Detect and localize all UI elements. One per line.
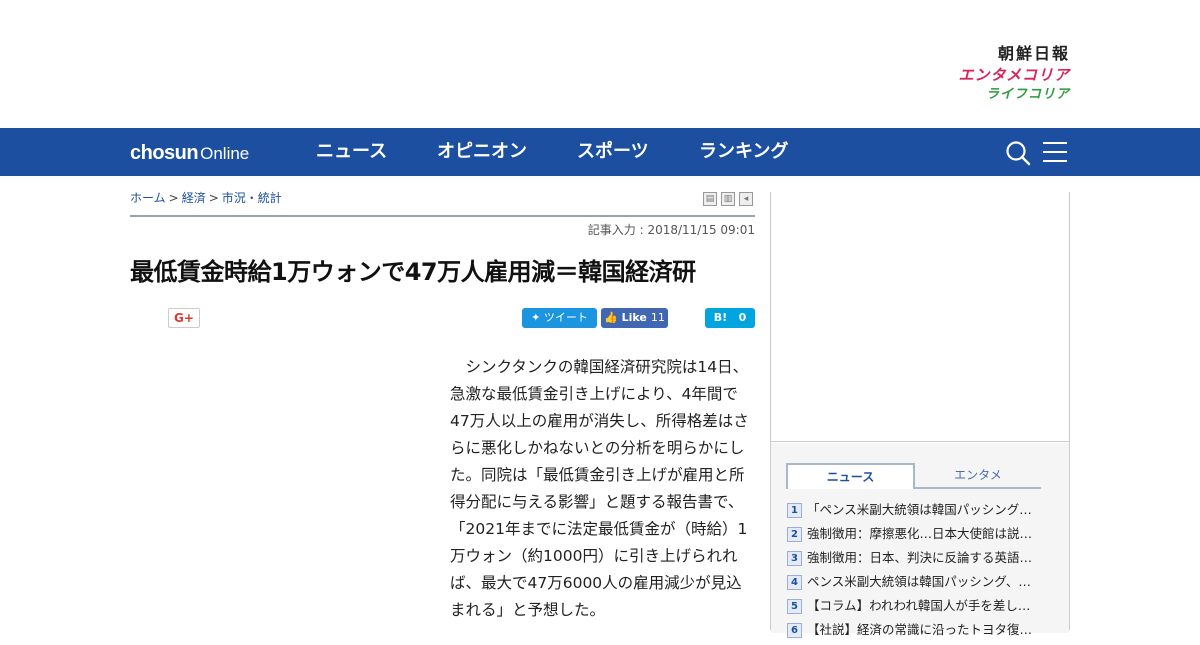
like-label: Like (621, 311, 647, 324)
breadcrumb-separator: > (208, 191, 219, 205)
rank-title: ペンス米副大統領は韓国パッシング、… (807, 574, 1031, 589)
ranking-list: 1 「ペンス米副大統領は韓国パッシング… 2 強制徴用：摩擦悪化…日本大使館は説… (787, 501, 1047, 645)
rank-number: 1 (787, 503, 802, 518)
ranking-item[interactable]: 1 「ペンス米副大統領は韓国パッシング… (787, 501, 1047, 525)
ranking-item[interactable]: 4 ペンス米副大統領は韓国パッシング、… (787, 573, 1047, 597)
rank-title: 強制徴用：日本、判決に反論する英語… (807, 550, 1033, 565)
rank-number: 4 (787, 575, 802, 590)
tweet-button[interactable]: ✦ ツイート (522, 308, 597, 328)
ranking-item[interactable]: 3 強制徴用：日本、判決に反論する英語… (787, 549, 1047, 573)
rank-number: 5 (787, 599, 802, 614)
article-tools: ▤ ▥ ◂ (703, 192, 753, 206)
breadcrumb-economy[interactable]: 経済 (182, 191, 206, 205)
hatena-count: 0 (738, 311, 747, 324)
ranking-item[interactable]: 6 【社説】経済の常識に沿ったトヨタ復… (787, 621, 1047, 645)
facebook-like-button[interactable]: 👍 Like 11 (601, 308, 668, 328)
hamburger-menu-icon[interactable] (1043, 141, 1067, 163)
top-brand-area: 朝鮮日報 エンタメコリア ライフコリア (0, 0, 1200, 128)
google-plus-share-button[interactable]: G+ (168, 308, 200, 328)
article-headline: 最低賃金時給1万ウォンで47万人雇用減＝韓国経済研 (130, 258, 696, 286)
header-divider (130, 215, 755, 217)
chosun-ilbo-link[interactable]: 朝鮮日報 (938, 44, 1070, 64)
ranking-item[interactable]: 5 【コラム】われわれ韓国人が手を差し… (787, 597, 1047, 621)
print-icon[interactable]: ▤ (703, 192, 717, 206)
rank-title: 【コラム】われわれ韓国人が手を差し… (807, 598, 1031, 613)
nav-item-ranking[interactable]: ランキング (699, 141, 788, 163)
article-body: シンクタンクの韓国経済研究院は14日、急激な最低賃金引き上げにより、4年間で47… (450, 358, 749, 619)
nav-item-opinion[interactable]: オピニオン (437, 141, 527, 163)
brand-links: 朝鮮日報 エンタメコリア ライフコリア (938, 44, 1070, 104)
ranking-item[interactable]: 2 強制徴用：摩擦悪化…日本大使館は説… (787, 525, 1047, 549)
nav-item-sports[interactable]: スポーツ (577, 141, 649, 163)
entame-korea-link[interactable]: エンタメコリア (938, 64, 1070, 86)
twitter-bird-icon: ✦ (531, 311, 544, 324)
breadcrumb-separator: > (168, 191, 179, 205)
nav-item-news[interactable]: ニュース (316, 141, 387, 163)
chosun-online-logo[interactable]: chosun Online (130, 140, 249, 166)
rank-title: 【社説】経済の常識に沿ったトヨタ復… (807, 622, 1033, 637)
rank-title: 強制徴用：摩擦悪化…日本大使館は説… (807, 526, 1033, 541)
hatena-label: B! (713, 311, 728, 324)
tweet-label: ツイート (543, 311, 588, 324)
breadcrumb-market-stats[interactable]: 市況・統計 (222, 191, 282, 205)
rank-title: 「ペンス米副大統領は韓国パッシング… (807, 502, 1032, 517)
search-icon[interactable] (1005, 140, 1031, 166)
back-arrow-icon[interactable]: ◂ (739, 192, 753, 206)
rank-number: 2 (787, 527, 802, 542)
logo-bold-text: chosun (130, 142, 199, 164)
thumbs-up-icon: 👍 (604, 311, 622, 324)
life-korea-link[interactable]: ライフコリア (938, 86, 1070, 104)
article-date: 記事入力 : 2018/11/15 09:01 (587, 223, 755, 237)
ad-slot (771, 192, 1069, 442)
right-sidebar: ニュース エンタメ 1 「ペンス米副大統領は韓国パッシング… 2 強制徴用：摩擦… (770, 192, 1070, 638)
tab-entame[interactable]: エンタメ (915, 463, 1041, 489)
hatena-bookmark-button[interactable]: B! 0 (705, 308, 755, 328)
tab-news[interactable]: ニュース (786, 463, 915, 489)
breadcrumb-home[interactable]: ホーム (130, 191, 166, 205)
text-view-icon[interactable]: ▥ (721, 192, 735, 206)
logo-light-text: Online (200, 144, 250, 163)
breadcrumb: ホーム > 経済 > 市況・統計 (130, 190, 282, 206)
like-count: 11 (650, 311, 665, 324)
rank-number: 6 (787, 623, 802, 638)
rank-number: 3 (787, 551, 802, 566)
ranking-box: ニュース エンタメ 1 「ペンス米副大統領は韓国パッシング… 2 強制徴用：摩擦… (771, 443, 1069, 638)
